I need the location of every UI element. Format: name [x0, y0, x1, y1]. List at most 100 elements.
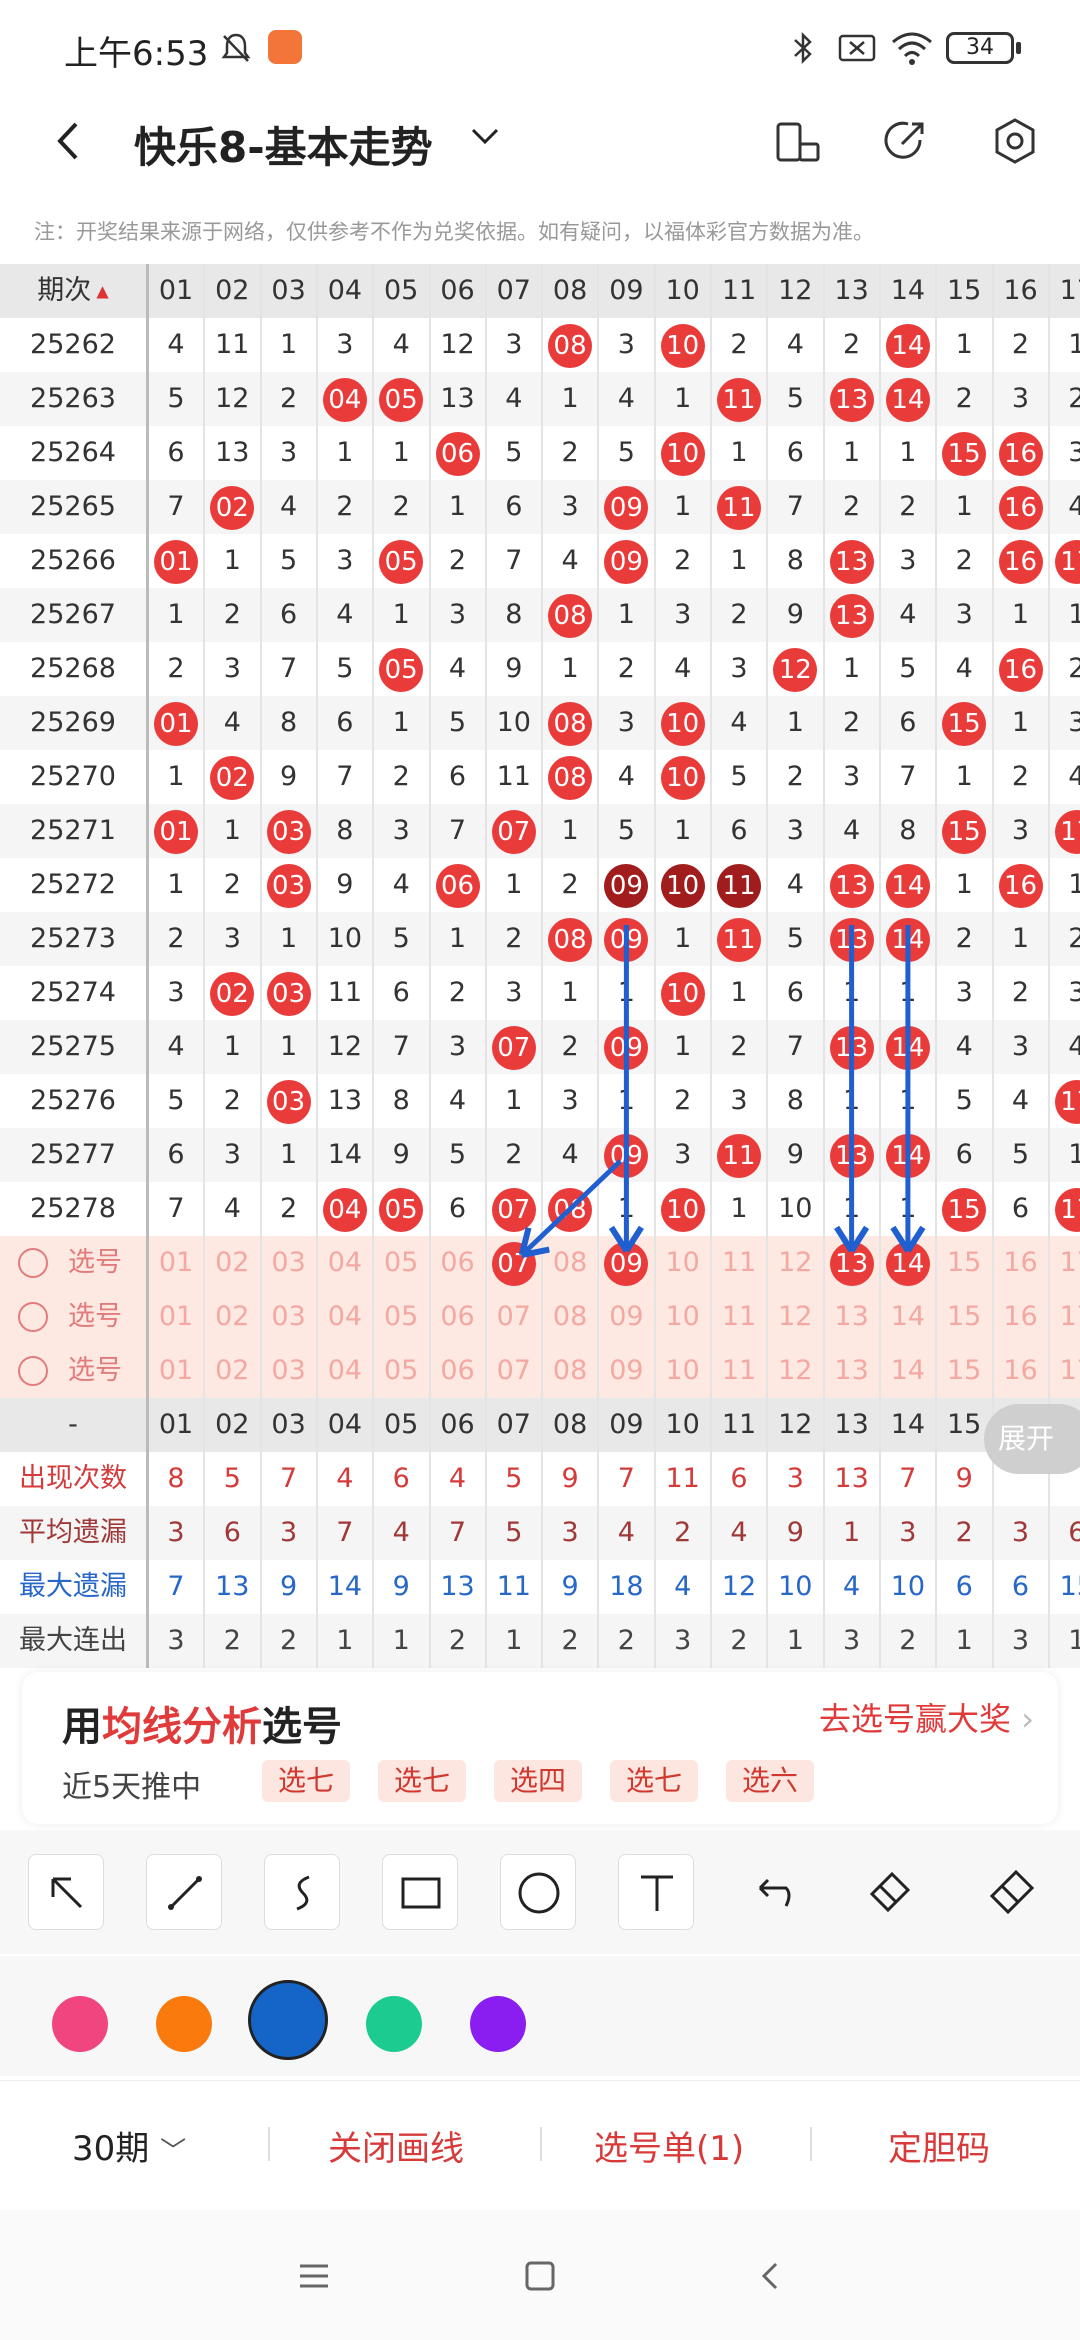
rectangle-tool-icon — [401, 1877, 441, 1909]
promo-tag[interactable]: 选七 — [610, 1760, 699, 1802]
grid-cell[interactable]: 14 — [880, 1236, 936, 1290]
color-swatch-orange[interactable] — [156, 1996, 212, 2052]
grid-cell[interactable]: 17 — [1049, 1344, 1080, 1398]
grid-cell[interactable]: 01 — [148, 1290, 204, 1344]
grid-cell[interactable]: 13 — [824, 1344, 880, 1398]
grid-cell[interactable]: 08 — [542, 1290, 598, 1344]
eraser-button[interactable] — [864, 1866, 916, 1922]
arrow-tool-button[interactable] — [28, 1854, 104, 1930]
home-icon[interactable] — [522, 2258, 558, 2294]
pick-row-label[interactable]: 选号 — [0, 1236, 146, 1290]
rotate-screen-icon[interactable] — [770, 114, 824, 168]
period-column-header[interactable]: 期次 ▲ — [0, 264, 146, 318]
grid-cell[interactable]: 03 — [261, 1344, 317, 1398]
grid-cell: 1 — [955, 1625, 973, 1656]
grid-cell[interactable]: 10 — [655, 1290, 711, 1344]
grid-cell[interactable]: 02 — [204, 1290, 260, 1344]
radio-icon[interactable] — [18, 1356, 48, 1386]
period-selector[interactable]: 30期 ﹀ — [72, 2121, 186, 2170]
grid-cell[interactable]: 05 — [373, 1236, 429, 1290]
grid-cell[interactable]: 13 — [824, 1290, 880, 1344]
promo-link[interactable]: 去选号赢大奖 › — [819, 1694, 1034, 1740]
promo-card[interactable]: 用均线分析选号 去选号赢大奖 › 近5天推中 选七 选七 选四 选七 选六 — [22, 1672, 1058, 1824]
grid-cell[interactable]: 17 — [1049, 1290, 1080, 1344]
grid-cell[interactable]: 06 — [430, 1290, 486, 1344]
grid-cell[interactable]: 10 — [655, 1236, 711, 1290]
grid-cell[interactable]: 08 — [542, 1236, 598, 1290]
promo-tag[interactable]: 选七 — [378, 1760, 467, 1802]
pick-row-label[interactable]: 选号 — [0, 1344, 146, 1398]
settings-icon[interactable] — [988, 114, 1042, 168]
circle-tool-button[interactable] — [500, 1854, 576, 1930]
grid-cell[interactable]: 03 — [261, 1290, 317, 1344]
radio-icon[interactable] — [18, 1302, 48, 1332]
menu-icon[interactable] — [296, 2258, 332, 2294]
grid-cell[interactable]: 09 — [598, 1236, 654, 1290]
color-swatch-blue-selected[interactable] — [248, 1980, 328, 2060]
grid-cell[interactable]: 04 — [317, 1236, 373, 1290]
grid-cell[interactable]: 11 — [711, 1344, 767, 1398]
grid-cell[interactable]: 05 — [373, 1290, 429, 1344]
expand-button[interactable]: 展开 — [984, 1404, 1080, 1474]
grid-cell[interactable]: 16 — [993, 1236, 1049, 1290]
grid-cell[interactable]: 01 — [148, 1344, 204, 1398]
pick-row[interactable]: 选号 0102030405060708091011121314151617 — [0, 1344, 1080, 1398]
share-icon[interactable] — [878, 114, 932, 168]
grid-cell[interactable]: 03 — [261, 1236, 317, 1290]
grid-cell[interactable]: 08 — [542, 1344, 598, 1398]
grid-cell[interactable]: 10 — [655, 1344, 711, 1398]
rectangle-tool-button[interactable] — [382, 1854, 458, 1930]
pick-list-button[interactable]: 选号单(1) — [594, 2121, 744, 2170]
grid-cell[interactable]: 06 — [430, 1344, 486, 1398]
pick-row[interactable]: 选号 0102030405060708091011121314151617 — [0, 1290, 1080, 1344]
grid-cell[interactable]: 12 — [767, 1344, 823, 1398]
fixed-number-button[interactable]: 定胆码 — [888, 2121, 990, 2170]
grid-cell[interactable]: 16 — [993, 1344, 1049, 1398]
grid-cell[interactable]: 17 — [1049, 1236, 1080, 1290]
back-arrow-icon[interactable] — [44, 114, 98, 168]
back-icon[interactable] — [752, 2258, 788, 2294]
grid-cell[interactable]: 01 — [148, 1236, 204, 1290]
text-tool-button[interactable] — [618, 1854, 694, 1930]
pick-row-label[interactable]: 选号 — [0, 1290, 146, 1344]
grid-cell[interactable]: 13 — [824, 1236, 880, 1290]
grid-cell[interactable]: 07 — [486, 1344, 542, 1398]
promo-tag[interactable]: 选六 — [726, 1760, 815, 1802]
grid-cell[interactable]: 04 — [317, 1290, 373, 1344]
grid-cell[interactable]: 09 — [598, 1344, 654, 1398]
grid-cell[interactable]: 15 — [936, 1344, 992, 1398]
close-drawing-button[interactable]: 关闭画线 — [328, 2121, 464, 2170]
promo-tag[interactable]: 选七 — [262, 1760, 351, 1802]
curve-tool-button[interactable] — [264, 1854, 340, 1930]
radio-icon[interactable] — [18, 1248, 48, 1278]
color-swatch-green[interactable] — [366, 1996, 422, 2052]
grid-cell[interactable]: 05 — [373, 1344, 429, 1398]
grid-cell[interactable]: 14 — [880, 1290, 936, 1344]
clear-all-button[interactable] — [986, 1866, 1038, 1922]
grid-cell[interactable]: 06 — [430, 1236, 486, 1290]
grid-cell[interactable]: 09 — [598, 1290, 654, 1344]
grid-cell: 7 — [448, 815, 467, 846]
grid-cell[interactable]: 15 — [936, 1236, 992, 1290]
chevron-down-icon[interactable] — [470, 126, 500, 146]
grid-cell[interactable]: 07 — [486, 1290, 542, 1344]
grid-cell[interactable]: 02 — [204, 1236, 260, 1290]
grid-cell[interactable]: 02 — [204, 1344, 260, 1398]
grid-cell: 4 — [1068, 491, 1080, 522]
grid-cell[interactable]: 11 — [711, 1236, 767, 1290]
grid-cell[interactable]: 16 — [993, 1290, 1049, 1344]
grid-cell[interactable]: 11 — [711, 1290, 767, 1344]
grid-cell[interactable]: 14 — [880, 1344, 936, 1398]
grid-cell: 10 — [655, 318, 711, 372]
grid-cell[interactable]: 04 — [317, 1344, 373, 1398]
line-tool-button[interactable] — [146, 1854, 222, 1930]
undo-button[interactable] — [746, 1866, 798, 1922]
pick-row[interactable]: 选号 0102030405060708091011121314151617 — [0, 1236, 1080, 1290]
grid-cell[interactable]: 12 — [767, 1290, 823, 1344]
grid-cell[interactable]: 07 — [486, 1236, 542, 1290]
color-swatch-pink[interactable] — [52, 1996, 108, 2052]
grid-cell[interactable]: 15 — [936, 1290, 992, 1344]
promo-tag[interactable]: 选四 — [494, 1760, 583, 1802]
color-swatch-purple[interactable] — [470, 1996, 526, 2052]
grid-cell[interactable]: 12 — [767, 1236, 823, 1290]
